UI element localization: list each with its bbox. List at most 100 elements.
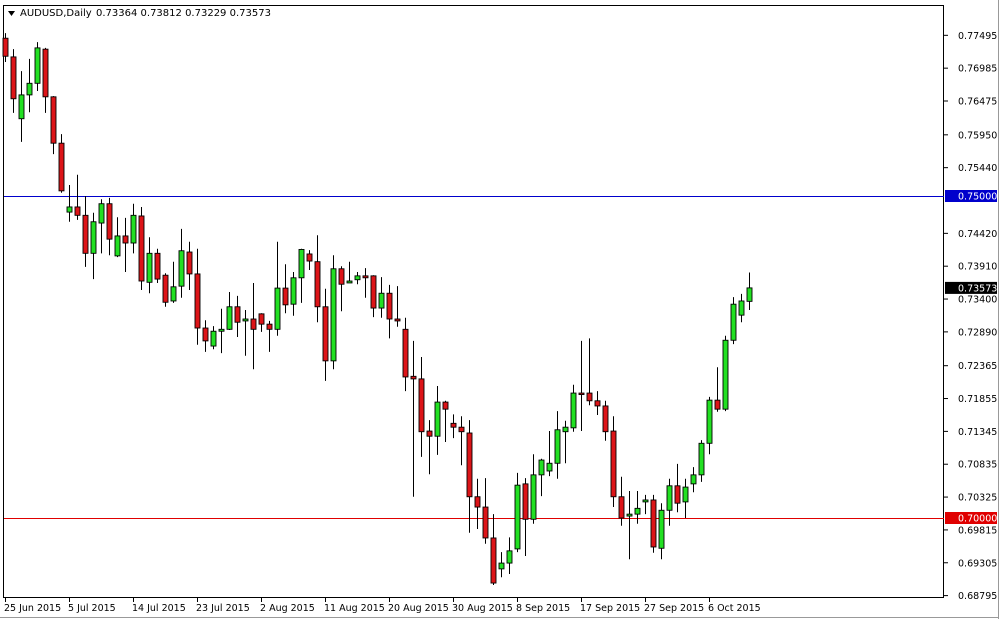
bear-candle-body [250,318,257,330]
bear-candle-body [58,142,65,192]
bear-candle-body [466,432,473,498]
price-tick-label: 0.75950 [958,130,997,141]
bull-candle-body [530,474,537,520]
date-tick-label: 5 Jul 2015 [68,603,116,614]
bull-candle-body [746,287,753,302]
bear-candle-body [338,268,345,285]
bull-candle-body [114,235,121,257]
price-tick-label: 0.69815 [958,525,997,536]
bear-candle-body [2,37,9,57]
bull-candle-body [34,47,41,84]
bear-candle-body [442,401,449,410]
bear-candle-body [138,215,145,282]
bull-candle-body [218,328,225,332]
candlestick-chart[interactable]: 0.77495 0.76985 0.76475 0.75950 0.75440 0.744… [0,0,999,619]
bear-candle-body [50,96,57,144]
bear-candle-body [234,306,241,323]
candle [330,255,337,370]
bear-candle-body [386,292,393,320]
bear-candle-body [522,483,529,520]
bull-candle-body [330,268,337,362]
price-tick-label: 0.70325 [958,493,997,504]
bull-candle-body [66,206,73,213]
bear-candle-body [394,318,401,322]
candle [514,472,521,553]
bear-candle-body [618,496,625,519]
bear-candle-body [674,485,681,504]
bull-candle-body [170,286,177,302]
bull-candle-body [682,486,689,503]
level-price-badge: 0.70000 [958,514,997,525]
bull-candle-body [538,459,545,476]
bull-candle-body [658,509,665,549]
bull-candle-body [730,303,737,341]
candle [162,273,169,307]
bull-candle-body [626,513,633,517]
date-tick-label: 30 Aug 2015 [452,603,513,614]
bull-candle-body [514,484,521,550]
chart-symbol-label: AUDUSD,Daily [20,8,92,19]
bear-candle-body [610,430,617,498]
bull-candle-body [434,401,441,437]
bear-candle-body [474,496,481,508]
bull-candle-body [562,426,569,433]
bull-candle-body [378,292,385,309]
bull-candle-body [354,275,361,281]
price-tick-label: 0.75440 [958,163,997,174]
bear-candle-body [314,261,321,308]
bull-candle-body [554,429,561,464]
date-tick-label: 23 Jul 2015 [196,603,250,614]
date-tick-label: 8 Sep 2015 [516,603,570,614]
bear-candle-body [362,275,369,279]
bull-candle-body [346,280,353,284]
bull-candle-body [634,507,641,515]
date-tick-label: 17 Sep 2015 [580,603,640,614]
bear-candle-body [402,328,409,378]
bull-candle-body [98,203,105,224]
bull-candle-body [722,339,729,410]
date-tick-label: 27 Sep 2015 [644,603,704,614]
bull-candle-body [698,442,705,476]
bear-candle-body [154,252,161,280]
price-tick-label: 0.76475 [958,97,997,108]
bear-candle-body [10,56,17,100]
bull-candle-body [738,300,745,316]
price-tick-label: 0.73400 [958,295,997,306]
date-tick-label: 25 Jun 2015 [4,603,61,614]
price-tick-label: 0.70835 [958,460,997,471]
date-tick-label: 11 Aug 2015 [324,603,385,614]
price-tick-label: 0.77495 [958,31,997,42]
bear-candle-body [202,327,209,342]
bear-candle-body [82,214,89,254]
bull-candle-body [210,330,217,347]
bear-candle-body [282,287,289,306]
bull-candle-body [130,214,137,244]
candle [34,42,41,92]
price-tick-label: 0.71345 [958,427,997,438]
current-price-badge: 0.73573 [958,283,997,294]
bull-candle-body [570,392,577,429]
chart-ohlc-label: 0.73364 0.73812 0.73229 0.73573 [96,8,271,19]
date-tick-label: 20 Aug 2015 [388,603,449,614]
bear-candle-body [122,235,129,244]
bear-candle-body [450,422,457,428]
bull-candle-body [146,252,153,283]
bull-candle-body [298,249,305,279]
bull-candle-body [90,221,97,254]
price-tick-label: 0.76985 [958,64,997,75]
price-tick-label: 0.72890 [958,327,997,338]
bear-candle-body [586,392,593,402]
price-tick-label: 0.74420 [958,229,997,240]
bull-candle-body [666,485,673,511]
bear-candle-body [106,203,113,240]
bear-candle-body [186,251,193,275]
candle [722,335,729,412]
bear-candle-body [650,499,657,548]
candle [138,206,145,291]
bear-candle-body [42,48,49,98]
bear-candle-body [306,253,313,262]
price-tick-label: 0.68795 [958,591,997,602]
bull-candle-body [274,287,281,330]
bear-candle-body [426,430,433,437]
price-badges: 0.75000 0.70000 0.73573 [945,190,997,525]
